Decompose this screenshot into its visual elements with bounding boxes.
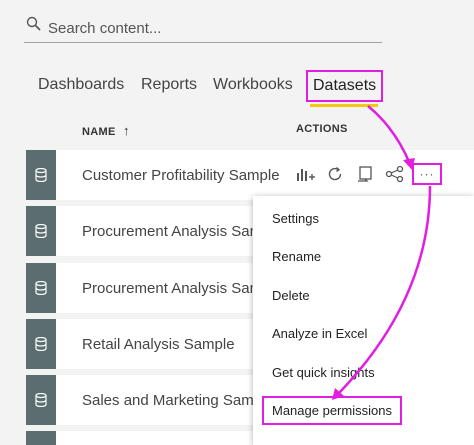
menu-item-get-quick-insights[interactable]: Get quick insights	[272, 365, 375, 380]
dataset-name[interactable]: Customer Profitability Sample	[82, 167, 280, 184]
refresh-icon[interactable]	[324, 162, 346, 186]
sort-arrow-icon: ↑	[122, 123, 130, 138]
table-row[interactable]: Customer Profitability Sample	[26, 150, 474, 200]
menu-item-analyze-in-excel[interactable]: Analyze in Excel	[272, 326, 367, 341]
tab-workbooks[interactable]: Workbooks	[213, 76, 293, 94]
search-icon	[26, 16, 42, 37]
column-header-name[interactable]: NAME ↑	[82, 123, 130, 138]
column-header-actions: ACTIONS	[296, 123, 348, 135]
dataset-name[interactable]: Sales and Marketing Samp	[82, 392, 262, 409]
schedule-refresh-icon[interactable]	[354, 162, 376, 186]
tab-reports[interactable]: Reports	[141, 76, 197, 94]
database-icon	[26, 206, 56, 256]
dataset-name[interactable]: Retail Analysis Sample	[82, 336, 235, 353]
menu-item-manage-permissions[interactable]: Manage permissions	[262, 396, 402, 425]
tab-datasets[interactable]: Datasets	[306, 70, 384, 102]
more-options-button[interactable]: ···	[412, 163, 442, 185]
database-icon	[26, 150, 56, 200]
active-tab-indicator	[310, 104, 378, 107]
create-report-icon[interactable]	[294, 162, 316, 186]
dataset-name[interactable]: Procurement Analysis Samp	[82, 280, 270, 297]
database-icon	[26, 263, 56, 313]
lineage-icon[interactable]	[384, 162, 406, 186]
tab-dashboards[interactable]: Dashboards	[38, 76, 124, 94]
database-icon	[26, 375, 56, 425]
menu-item-delete[interactable]: Delete	[272, 288, 310, 303]
menu-item-rename[interactable]: Rename	[272, 249, 321, 264]
dataset-name[interactable]: Procurement Analysis Samp	[82, 223, 270, 240]
context-menu: Settings Rename Delete Analyze in Excel …	[253, 196, 474, 445]
search-input[interactable]: Search content...	[48, 20, 161, 37]
database-icon	[26, 319, 56, 369]
column-header-name-label: NAME	[82, 126, 116, 138]
database-icon	[26, 431, 56, 445]
search-box[interactable]: Search content...	[24, 14, 382, 43]
menu-item-settings[interactable]: Settings	[272, 211, 319, 226]
